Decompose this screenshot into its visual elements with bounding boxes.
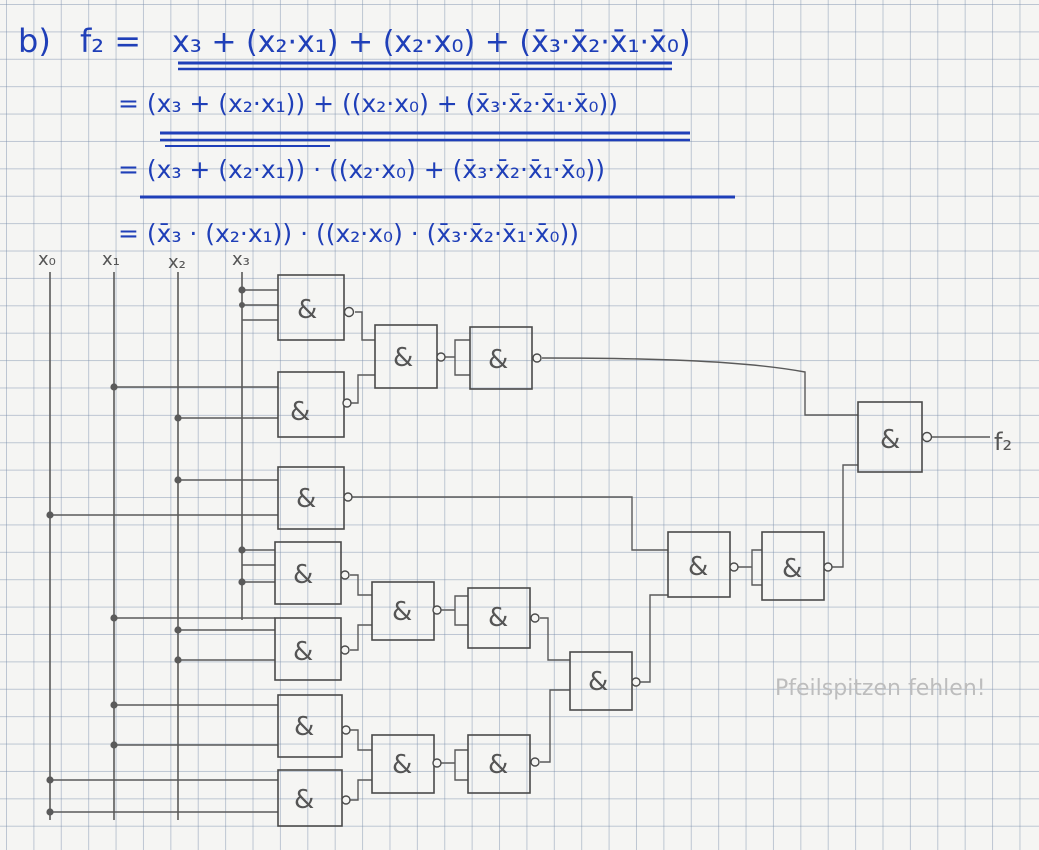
- equation-line-1: x₃ + (x₂·x₁) + (x₂·x₀) + (x̄₃·x̄₂·x̄₁·x̄…: [172, 25, 691, 60]
- equation-lhs: f₂ =: [80, 22, 141, 60]
- input-label-x2: x₂: [168, 252, 186, 273]
- input-label-x3: x₃: [232, 249, 250, 270]
- equation-line-2: = (x₃ + (x₂·x₁)) + ((x₂·x₀) + (x̄₃·x̄₂·x…: [118, 89, 618, 118]
- svg-text:&: &: [294, 785, 314, 815]
- svg-text:&: &: [290, 397, 310, 427]
- nand-gate-2: [277, 371, 345, 438]
- svg-text:&: &: [688, 552, 708, 582]
- svg-text:&: &: [880, 425, 900, 455]
- svg-text:&: &: [294, 712, 314, 742]
- logic-diagram: Pfeilspitzen fehlen! b) f₂ = x₃ + (x₂·x₁…: [18, 22, 1012, 827]
- equation-line-3: = (x₃ + (x₂·x₁)) · ((x₂·x₀) + (x̄₃·x̄₂·x…: [118, 155, 605, 184]
- input-labels: x₀ x₁ x₂ x₃: [38, 249, 250, 273]
- svg-text:&: &: [293, 560, 313, 590]
- svg-text:&: &: [588, 667, 608, 697]
- input-label-x1: x₁: [102, 249, 120, 270]
- junction-dots: [46, 286, 246, 816]
- wires: [50, 289, 990, 813]
- svg-text:&: &: [392, 750, 412, 780]
- gate-symbols: & & & & & & & & & & & & & & & & &: [290, 295, 900, 815]
- svg-text:&: &: [393, 343, 413, 373]
- equation-line-4: = (x̄₃ · (x₂·x₁)) · ((x₂·x₀) · (x̄₃·x̄₂·…: [118, 219, 579, 248]
- svg-text:&: &: [488, 345, 508, 375]
- equation-block: b) f₂ = x₃ + (x₂·x₁) + (x₂·x₀) + (x̄₃·x̄…: [18, 22, 735, 248]
- background-note: Pfeilspitzen fehlen!: [775, 676, 986, 701]
- svg-text:&: &: [296, 484, 316, 514]
- output-label: f₂: [994, 428, 1012, 456]
- equation-label: b): [18, 22, 51, 60]
- input-rails: [49, 272, 243, 820]
- svg-text:&: &: [782, 554, 802, 584]
- svg-text:&: &: [392, 597, 412, 627]
- input-label-x0: x₀: [38, 249, 56, 270]
- svg-text:&: &: [488, 603, 508, 633]
- svg-text:&: &: [293, 637, 313, 667]
- svg-text:&: &: [488, 750, 508, 780]
- svg-text:&: &: [297, 295, 317, 325]
- background-bleed: Pfeilspitzen fehlen!: [775, 676, 986, 701]
